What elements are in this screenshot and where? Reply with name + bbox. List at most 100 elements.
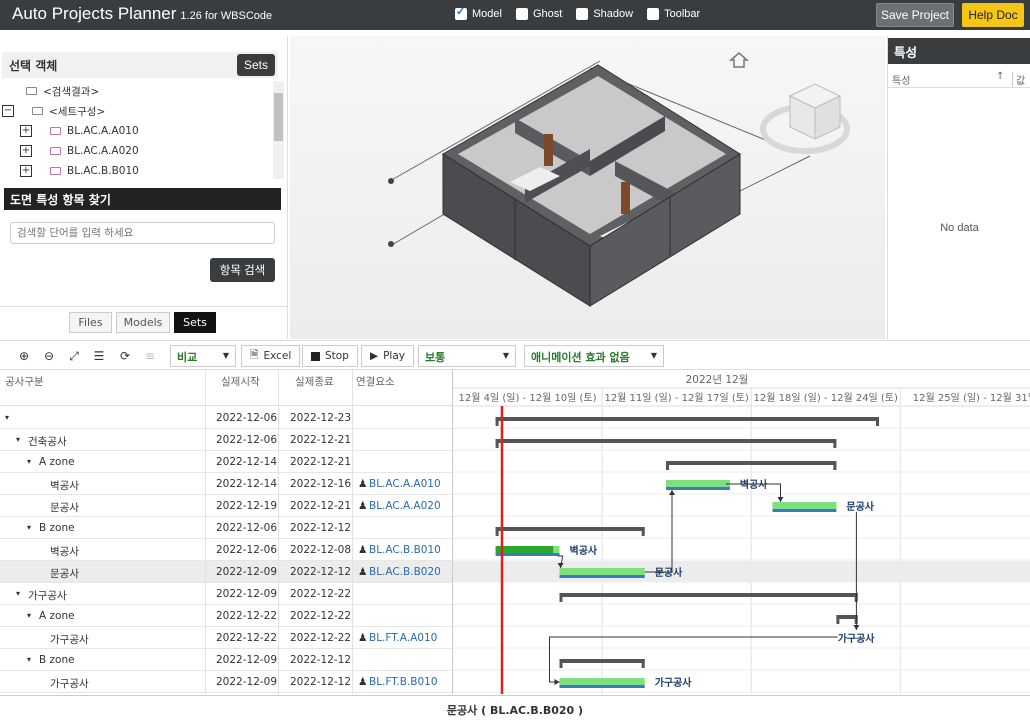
task-start: 2022-12-14 (216, 456, 278, 468)
refresh-icon[interactable]: ⟳ (116, 347, 134, 365)
toggle-model-label: Model (472, 8, 502, 20)
tree-item-a020[interactable]: + BL.AC.A.A020 (20, 141, 139, 161)
col-header-category[interactable]: 공사구분 (5, 374, 44, 389)
gantt-week-label: 12월 11일 (일) - 12월 17일 (토) (604, 392, 748, 404)
row-toggle-icon[interactable]: ▾ (16, 589, 20, 598)
collapse-icon[interactable]: − (2, 105, 14, 117)
checkbox-ghost[interactable] (515, 8, 528, 20)
element-link[interactable]: BL.AC.A.A020 (369, 500, 441, 512)
sort-asc-icon[interactable]: ↑ (996, 71, 1004, 82)
find-items-button[interactable]: 항목 검색 (210, 258, 275, 282)
task-end: 2022-12-22 (290, 632, 352, 644)
search-input[interactable] (10, 222, 275, 244)
expand-icon[interactable]: + (20, 125, 32, 137)
gantt-svg[interactable]: 2022년 12월 12월 4일 (일) - 12월 10일 (토) 12월 11일… (453, 370, 1030, 694)
play-button[interactable]: ▶ Play (361, 345, 414, 367)
toggle-shadow[interactable]: Shadow (576, 8, 633, 20)
task-bar (559, 678, 645, 685)
tab-sets[interactable]: Sets (174, 312, 216, 333)
table-row[interactable]: ▾ 2022-12-06 2022-12-23 (0, 407, 452, 429)
properties-panel: 특성 특성 ↑ 값 No data (887, 36, 1030, 339)
checkbox-model[interactable] (455, 5, 467, 20)
tab-files[interactable]: Files (69, 312, 112, 333)
task-start: 2022-12-06 (216, 412, 278, 424)
table-row[interactable]: 문공사 2022-12-19 2022-12-21 ♟ BL.AC.A.A020 (0, 495, 452, 517)
tree-item-a010[interactable]: + BL.AC.A.A010 (20, 121, 139, 141)
table-row[interactable]: ▾ A zone 2022-12-14 2022-12-21 (0, 451, 452, 473)
selected-element-footer: 문공사 ( BL.AC.B.B020 ) (0, 695, 1030, 720)
table-row[interactable]: 가구공사 2022-12-22 2022-12-22 ♟ BL.FT.A.A010 (0, 627, 452, 649)
speed-select[interactable]: 보통 ▼ (418, 345, 516, 367)
summary-bar-cap (641, 527, 645, 536)
help-doc-button[interactable]: Help Doc (962, 3, 1024, 27)
element-link[interactable]: BL.AC.A.A010 (369, 478, 441, 490)
home-icon[interactable] (729, 52, 749, 68)
effect-select[interactable]: 애니메이션 효과 없음 ▼ (524, 345, 664, 367)
expand-icon[interactable]: + (20, 165, 32, 177)
tree-item-label: BL.AC.A.A010 (67, 125, 139, 137)
sets-button[interactable]: Sets (237, 54, 275, 76)
task-start: 2022-12-06 (216, 434, 278, 446)
tree-scrollbar[interactable] (273, 81, 284, 179)
task-name: B zone (39, 654, 75, 666)
task-baseline-bar (772, 509, 837, 512)
building-model[interactable] (290, 36, 885, 339)
expand-icon[interactable]: + (20, 145, 32, 157)
view-cube-icon[interactable] (760, 83, 850, 154)
row-toggle-icon[interactable]: ▾ (5, 413, 9, 422)
scrollbar-thumb[interactable] (274, 93, 283, 141)
table-row[interactable]: ▾ A zone 2022-12-22 2022-12-22 (0, 605, 452, 627)
stop-button[interactable]: Stop (302, 345, 358, 367)
properties-col-name[interactable]: 특성 (892, 72, 910, 87)
col-header-links[interactable]: 연결요소 (356, 374, 395, 389)
element-link-icon: ♟ (358, 676, 368, 688)
row-toggle-icon[interactable]: ▾ (27, 523, 31, 532)
summary-bar (495, 417, 879, 421)
zoom-in-icon[interactable]: ⊕ (15, 347, 33, 365)
toggle-ghost[interactable]: Ghost (515, 8, 562, 20)
gantt-chart[interactable]: 2022년 12월 12월 4일 (일) - 12월 10일 (토) 12월 11일… (452, 370, 1030, 694)
table-row[interactable]: ▾ 가구공사 2022-12-09 2022-12-22 (0, 583, 452, 605)
properties-col-value[interactable]: 값 (1012, 72, 1025, 87)
checkbox-toolbar[interactable] (647, 8, 660, 20)
dependency-arrow-head (777, 497, 784, 502)
task-start: 2022-12-09 (216, 566, 278, 578)
checkbox-shadow[interactable] (576, 8, 589, 20)
col-header-start[interactable]: 실제시작 (221, 374, 260, 389)
tree-item-set-config[interactable]: − <세트구성> (2, 101, 105, 121)
task-bar (559, 568, 645, 575)
table-row[interactable]: 벽공사 2022-12-14 2022-12-16 ♟ BL.AC.A.A010 (0, 473, 452, 495)
zoom-out-icon[interactable]: ⊖ (40, 347, 58, 365)
row-toggle-icon[interactable]: ▾ (16, 435, 20, 444)
excel-button[interactable]: 🗎 Excel (241, 345, 301, 367)
zoom-fit-icon[interactable]: ⤢ (65, 347, 83, 365)
left-tabs: Files Models Sets (0, 306, 288, 336)
col-header-end[interactable]: 실제종료 (295, 374, 334, 389)
tree-item-search-results[interactable]: <검색결과> (26, 81, 99, 101)
row-toggle-icon[interactable]: ▾ (27, 655, 31, 664)
model-viewer[interactable] (290, 36, 885, 339)
element-link[interactable]: BL.FT.B.B010 (369, 676, 438, 688)
row-toggle-icon[interactable]: ▾ (27, 457, 31, 466)
toggle-toolbar[interactable]: Toolbar (647, 8, 700, 20)
table-row[interactable]: 문공사 2022-12-09 2022-12-12 ♟ BL.AC.B.B020 (0, 561, 452, 583)
table-row[interactable]: ▾ 건축공사 2022-12-06 2022-12-21 (0, 429, 452, 451)
element-link[interactable]: BL.AC.B.B010 (369, 544, 441, 556)
element-link[interactable]: BL.FT.A.A010 (369, 632, 437, 644)
tab-models[interactable]: Models (116, 312, 170, 333)
toggle-model[interactable]: Model (455, 5, 502, 20)
table-row[interactable]: 가구공사 2022-12-09 2022-12-12 ♟ BL.FT.B.B010 (0, 671, 452, 693)
chevron-down-icon: ▼ (222, 351, 229, 360)
table-row[interactable]: ▾ B zone 2022-12-06 2022-12-12 (0, 517, 452, 539)
summary-bar-cap (876, 417, 879, 426)
tree-item-b010[interactable]: + BL.AC.B.B010 (20, 161, 139, 179)
table-row[interactable]: ▾ B zone 2022-12-09 2022-12-12 (0, 649, 452, 671)
element-link[interactable]: BL.AC.B.B020 (369, 566, 441, 578)
table-row[interactable]: 벽공사 2022-12-06 2022-12-08 ♟ BL.AC.B.B010 (0, 539, 452, 561)
indent-icon[interactable]: ≡ (141, 347, 159, 365)
row-toggle-icon[interactable]: ▾ (27, 611, 31, 620)
compare-select[interactable]: 비교 ▼ (170, 345, 236, 367)
task-start: 2022-12-22 (216, 610, 278, 622)
collapse-rows-icon[interactable]: ☰ (90, 347, 108, 365)
save-project-button[interactable]: Save Project (876, 3, 954, 27)
